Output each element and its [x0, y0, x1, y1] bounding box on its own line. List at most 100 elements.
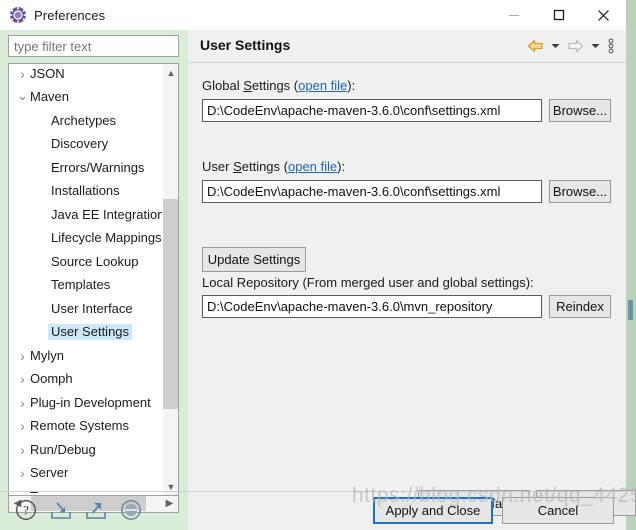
view-menu-icon [608, 38, 614, 54]
local-repository-input[interactable] [202, 295, 542, 318]
chevron-right-icon[interactable]: › [15, 396, 30, 410]
help-icon[interactable]: ? [14, 498, 38, 522]
sidebar-item-label: Plug-in Development [30, 394, 151, 410]
sidebar-item-label: Templates [51, 277, 111, 293]
sidebar-item-user-settings[interactable]: User Settings [9, 321, 163, 345]
sidebar-item-label: Errors/Warnings [51, 159, 145, 175]
sidebar-item-label: User Interface [51, 300, 133, 316]
import-icon[interactable] [49, 498, 73, 522]
page-body: Global Settings (open file): Browse... U… [188, 63, 636, 530]
back-arrow-icon [527, 39, 543, 53]
window-controls [491, 0, 626, 30]
user-settings-input[interactable] [202, 180, 542, 203]
forward-button[interactable] [564, 36, 586, 56]
sidebar-item-label: Archetypes [51, 112, 117, 128]
reindex-button[interactable]: Reindex [549, 295, 611, 318]
preferences-tree[interactable]: › JSON ⌄ Maven Archetypes Discovery Errors/War… [8, 63, 179, 496]
user-settings-open-file-link[interactable]: open file [288, 159, 337, 174]
sidebar-item-label: Server [30, 465, 69, 481]
footer-icon-group: ? [14, 498, 143, 522]
global-settings-input[interactable] [202, 99, 542, 122]
page-navigation [524, 36, 618, 56]
preferences-tree-list: › JSON ⌄ Maven Archetypes Discovery Errors/War… [9, 64, 163, 493]
back-button[interactable] [524, 36, 546, 56]
sidebar-item-errors-warnings[interactable]: Errors/Warnings [9, 156, 163, 180]
minimize-button[interactable] [491, 0, 536, 30]
cancel-button[interactable]: Cancel [502, 497, 614, 524]
filter-input[interactable] [8, 35, 179, 57]
minimize-icon [508, 15, 519, 16]
global-settings-label: Global Settings (open file): [202, 78, 356, 93]
sidebar-item-json[interactable]: › JSON [9, 64, 163, 86]
dialog-content: ›JSON⌄MavenArchetypesDiscoveryErrors/War… [0, 30, 636, 530]
sidebar-item-java-ee-integration[interactable]: Java EE Integration [9, 203, 163, 227]
chevron-right-icon[interactable]: › [15, 443, 30, 457]
gear-icon [9, 6, 27, 24]
back-menu-button[interactable] [548, 36, 562, 56]
close-icon [598, 9, 609, 21]
sidebar-item-archetypes[interactable]: Archetypes [9, 109, 163, 133]
sidebar-item-server[interactable]: › Server [9, 462, 163, 486]
sidebar-item-label: Installations [51, 183, 120, 199]
background-fleck [628, 300, 633, 320]
window-title: Preferences [34, 7, 106, 23]
user-settings-browse-button[interactable]: Browse... [549, 180, 611, 203]
page-header: User Settings [188, 30, 626, 62]
view-menu-button[interactable] [604, 36, 618, 56]
maximize-icon [553, 9, 564, 21]
forward-menu-button[interactable] [588, 36, 602, 56]
sidebar-item-remote-systems[interactable]: › Remote Systems [9, 415, 163, 439]
footer-button-group: Apply and Close Cancel [373, 497, 614, 524]
sidebar-item-run-debug[interactable]: › Run/Debug [9, 438, 163, 462]
sidebar-item-label: Mylyn [30, 347, 64, 363]
sidebar-item-discovery[interactable]: Discovery [9, 133, 163, 157]
sidebar-item-label: Remote Systems [30, 418, 129, 434]
chevron-right-icon[interactable]: › [15, 419, 30, 433]
svg-text:?: ? [23, 503, 29, 518]
forward-arrow-icon [567, 39, 583, 53]
preferences-page: User Settings Global Settings (open file… [188, 30, 636, 530]
chevron-right-icon[interactable]: › [15, 466, 30, 480]
apply-and-close-button[interactable]: Apply and Close [373, 497, 493, 524]
background-window-right [626, 0, 636, 530]
scrollbar-thumb[interactable] [163, 199, 178, 409]
sidebar-item-installations[interactable]: Installations [9, 180, 163, 204]
global-settings-browse-button[interactable]: Browse... [549, 99, 611, 122]
chevron-down-icon[interactable]: ⌄ [15, 88, 30, 102]
chevron-right-icon[interactable]: › [15, 349, 30, 363]
chevron-right-icon[interactable]: › [15, 67, 30, 81]
sidebar-item-label: Source Lookup [51, 253, 139, 269]
sidebar-item-label: Discovery [51, 136, 109, 152]
sidebar-item-plug-in-development[interactable]: › Plug-in Development [9, 391, 163, 415]
dialog-footer: ? Apply and Close Cancel [0, 492, 626, 530]
export-icon[interactable] [84, 498, 108, 522]
tree-vertical-scrollbar[interactable]: ▲ ▼ [162, 64, 178, 495]
user-settings-label: User Settings (open file): [202, 159, 346, 174]
sidebar-item-mylyn[interactable]: › Mylyn [9, 344, 163, 368]
sidebar-item-user-interface[interactable]: User Interface [9, 297, 163, 321]
sidebar-item-label: Run/Debug [30, 441, 96, 457]
title-bar: Preferences [0, 0, 626, 30]
sidebar-item-lifecycle-mappings[interactable]: Lifecycle Mappings [9, 227, 163, 251]
sidebar-item-oomph[interactable]: › Oomph [9, 368, 163, 392]
maximize-button[interactable] [536, 0, 581, 30]
sidebar-item-label: Maven [30, 89, 70, 105]
sidebar-item-label: User Settings [48, 324, 133, 341]
chevron-down-icon [551, 44, 559, 48]
close-button[interactable] [581, 0, 626, 30]
preferences-dialog: Preferences ›JSON ⌄ [0, 0, 636, 530]
page-title: User Settings [200, 37, 291, 53]
update-settings-button[interactable]: Update Settings [202, 247, 306, 272]
sidebar-item-label: Java EE Integration [51, 206, 163, 222]
sidebar-item-source-lookup[interactable]: Source Lookup [9, 250, 163, 274]
chevron-down-icon [591, 44, 599, 48]
chevron-right-icon[interactable]: › [15, 372, 30, 386]
sidebar-item-label: Lifecycle Mappings [51, 230, 162, 246]
global-settings-open-file-link[interactable]: open file [298, 78, 347, 93]
preferences-sidebar: ›JSON⌄MavenArchetypesDiscoveryErrors/War… [0, 30, 188, 530]
sidebar-item-maven[interactable]: ⌄ Maven [9, 86, 163, 110]
chevron-up-icon[interactable]: ▲ [163, 64, 178, 81]
sidebar-item-templates[interactable]: Templates [9, 274, 163, 298]
oomph-icon[interactable] [119, 498, 143, 522]
local-repository-label: Local Repository (From merged user and g… [202, 275, 534, 290]
